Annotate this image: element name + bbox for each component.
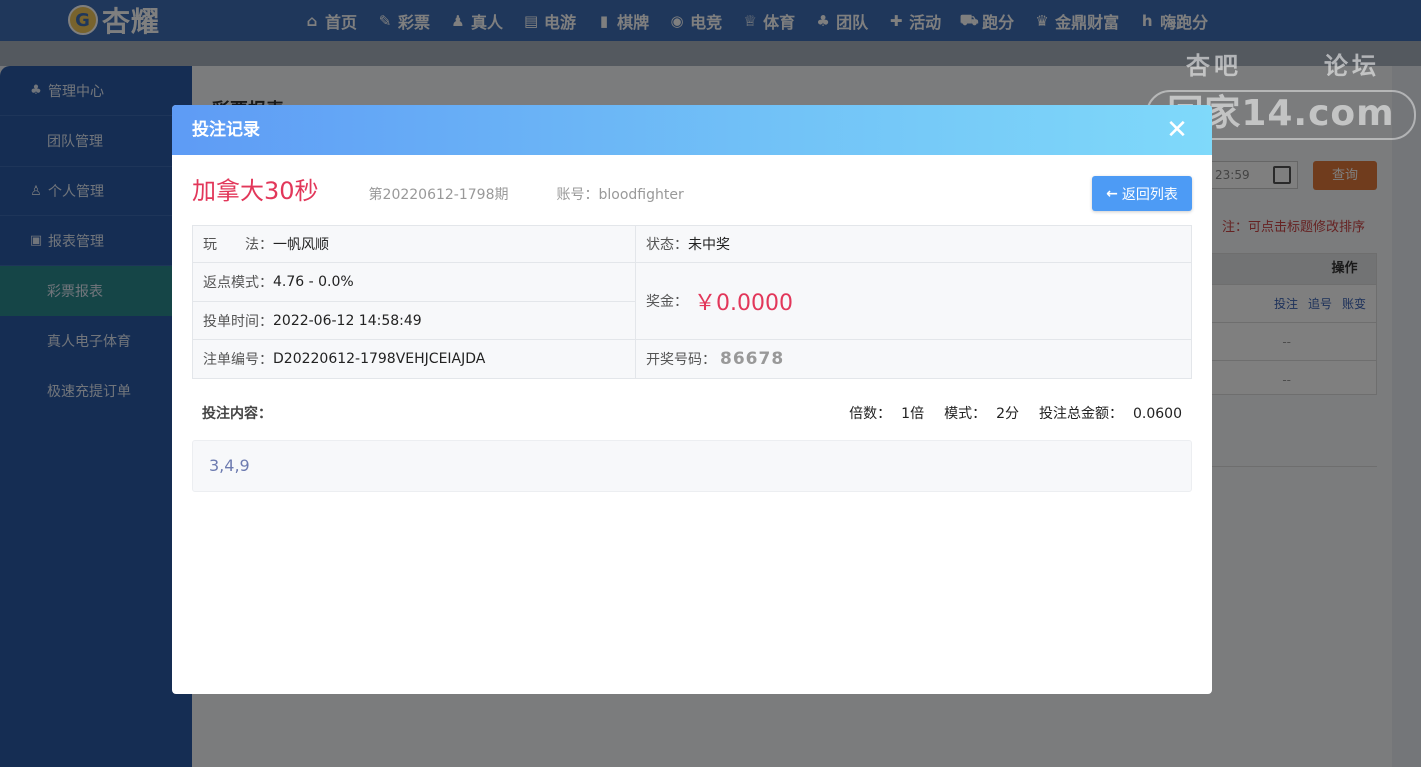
- issue-number: 第20220612-1798期: [368, 187, 509, 203]
- bet-content-box: 3,4,9: [192, 440, 1192, 492]
- bet-detail-table: 玩 法： 一帆风顺 状态： 未中奖 返点模式： 4.76 - 0.0% 奖金： ￥0.0…: [192, 225, 1192, 379]
- lottery-name: 加拿大30秒: [192, 177, 319, 205]
- total-label: 投注总金额：: [1039, 406, 1123, 422]
- account-value: bloodfighter: [598, 187, 684, 203]
- watermark-top-right: 论坛: [1324, 52, 1380, 80]
- rebate-value: 4.76 - 0.0%: [273, 274, 354, 290]
- play-cell: 玩 法： 一帆风顺: [193, 226, 636, 263]
- mode-value: 2分: [996, 406, 1019, 422]
- bet-time-cell: 投单时间： 2022-06-12 14:58:49: [193, 302, 636, 340]
- rebate-label: 返点模式：: [203, 275, 273, 291]
- bet-summary-bar: 加拿大30秒 第20220612-1798期 账号：bloodfighter: [192, 171, 684, 207]
- prize-value: ￥0.0000: [694, 291, 793, 316]
- mode-info: 模式： 2分: [934, 403, 1019, 423]
- draw-number-cell: 开奖号码： 86678: [636, 340, 1191, 378]
- bet-time-label: 投单时间：: [203, 313, 273, 330]
- back-to-list-button[interactable]: ← 返回列表: [1092, 176, 1192, 211]
- play-label: 玩 法：: [203, 237, 273, 253]
- order-value: D20220612-1798VEHJCEIAJDA: [273, 351, 486, 367]
- total-value: 0.0600: [1133, 406, 1182, 422]
- draw-value: 86678: [720, 349, 785, 369]
- account-info: 账号：bloodfighter: [557, 184, 684, 204]
- mode-label: 模式：: [944, 406, 987, 422]
- account-label: 账号：: [556, 187, 599, 203]
- order-number-cell: 注单编号： D20220612-1798VEHJCEIAJDA: [193, 340, 636, 378]
- order-label: 注单编号：: [203, 352, 273, 368]
- status-value: 未中奖: [688, 237, 730, 253]
- dialog-header: 投注记录 ✕: [172, 105, 1212, 155]
- play-value: 一帆风顺: [273, 237, 329, 253]
- bet-time-value: 2022-06-12 14:58:49: [273, 312, 422, 329]
- multiple-label: 倍数：: [849, 406, 892, 422]
- rebate-cell: 返点模式： 4.76 - 0.0%: [193, 263, 636, 302]
- bet-meta: 倍数： 1倍 模式： 2分 投注总金额： 0.0600: [829, 403, 1182, 423]
- back-label: 返回列表: [1121, 186, 1178, 203]
- bet-content-label: 投注内容：: [202, 406, 272, 422]
- prize-label: 奖金：: [646, 294, 688, 310]
- bet-record-dialog: 投注记录 ✕ 加拿大30秒 第20220612-1798期 账号：bloodfi…: [172, 105, 1212, 694]
- watermark-top-left: 杏吧: [1186, 52, 1242, 80]
- close-icon[interactable]: ✕: [1164, 117, 1190, 143]
- dialog-title: 投注记录: [192, 120, 260, 140]
- total-info: 投注总金额： 0.0600: [1029, 403, 1182, 423]
- status-label: 状态：: [646, 237, 688, 253]
- multiple-value: 1倍: [901, 406, 925, 422]
- prize-cell: 奖金： ￥0.0000: [636, 263, 1191, 340]
- draw-label: 开奖号码：: [646, 352, 716, 368]
- arrow-left-icon: ←: [1106, 185, 1118, 202]
- multiple-info: 倍数： 1倍: [839, 403, 924, 423]
- status-cell: 状态： 未中奖: [636, 226, 1191, 263]
